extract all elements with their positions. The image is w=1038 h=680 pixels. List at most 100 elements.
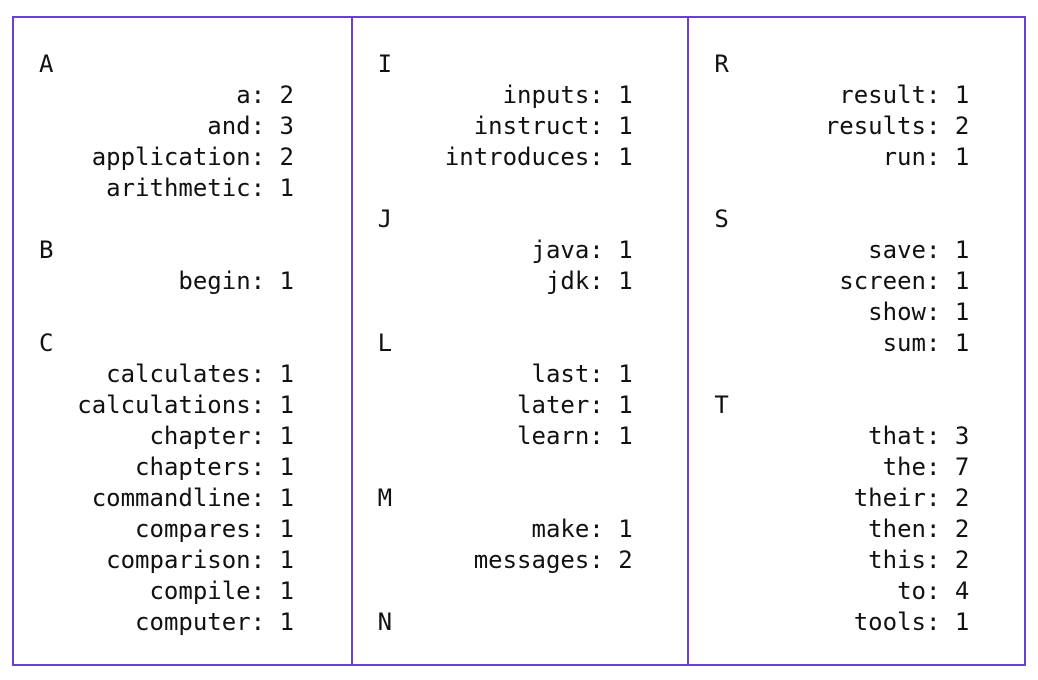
letter-heading: N	[377, 608, 393, 636]
column-2: Iinputs: 1 instruct: 1 introduces: 1 Jjava:…	[350, 18, 688, 664]
word-count-row: calculates: 1	[39, 359, 294, 390]
word-count-value: 1	[279, 422, 294, 450]
word-count-value: 1	[618, 422, 633, 450]
word-count-row: compares: 1	[39, 514, 294, 545]
word-count-row: arithmetic: 1	[39, 173, 294, 204]
word-label: tools	[853, 608, 926, 636]
word-count-row: this: 2	[714, 545, 969, 576]
word-label: comparison	[106, 546, 251, 574]
word-count-value: 1	[954, 81, 970, 109]
word-label: compares	[135, 515, 251, 543]
word-count-value: 1	[279, 453, 294, 481]
word-count-row: last: 1	[378, 359, 633, 390]
word-count-value: 1	[279, 608, 294, 636]
word-count-value: 2	[279, 81, 294, 109]
word-separator: :	[250, 174, 280, 202]
word-label: arithmetic	[106, 174, 251, 202]
word-count-value: 2	[618, 546, 633, 574]
word-count-row: instruct: 1	[378, 111, 633, 142]
letter-heading: T	[714, 391, 729, 419]
word-label: later	[517, 391, 590, 419]
word-label: screen	[839, 267, 926, 295]
word-separator: :	[925, 298, 955, 326]
word-count-value: 1	[279, 515, 294, 543]
word-count-row: chapters: 1	[39, 452, 294, 483]
word-separator: :	[589, 143, 619, 171]
word-label: this	[868, 546, 926, 574]
word-label: application	[91, 143, 251, 171]
word-count-value: 2	[954, 515, 970, 543]
column-3-content: Rresult: 1 results: 2 run: 1 Ssave: 1 screen…	[714, 49, 969, 638]
word-count-row: learn: 1	[378, 421, 633, 452]
word-count-value: 3	[954, 422, 970, 450]
word-separator: :	[589, 422, 619, 450]
word-count-value: 1	[618, 391, 633, 419]
word-label: result	[839, 81, 926, 109]
word-separator: :	[925, 577, 955, 605]
word-count-value: 1	[618, 112, 633, 140]
word-count-panel: Aa: 2 and: 3 application: 2 arithmetic: 1Bb…	[12, 16, 1026, 666]
word-separator: :	[589, 360, 619, 388]
word-count-row: then: 2	[714, 514, 969, 545]
word-separator: :	[925, 267, 955, 295]
word-separator: :	[589, 546, 619, 574]
word-separator: :	[250, 515, 280, 543]
letter-heading: C	[39, 329, 54, 357]
word-count-row: messages: 2	[378, 545, 633, 576]
word-label: a	[236, 81, 251, 109]
word-count-value: 1	[618, 360, 633, 388]
word-count-row: calculations: 1	[39, 390, 294, 421]
word-count-value: 1	[279, 577, 294, 605]
word-separator: :	[250, 112, 280, 140]
word-label: computer	[135, 608, 251, 636]
word-count-row: show: 1	[714, 297, 969, 328]
word-count-value: 3	[279, 112, 294, 140]
word-label: inputs	[502, 81, 590, 109]
word-count-row: and: 3	[39, 111, 294, 142]
word-separator: :	[925, 329, 955, 357]
word-separator: :	[925, 112, 955, 140]
word-separator: :	[250, 577, 280, 605]
word-separator: :	[589, 391, 619, 419]
word-count-value: 1	[279, 360, 294, 388]
word-count-row: that: 3	[714, 421, 969, 452]
word-label: chapter	[149, 422, 251, 450]
word-count-row: results: 2	[714, 111, 970, 142]
word-label: to	[897, 577, 926, 605]
word-count-row: make: 1	[378, 514, 633, 545]
word-separator: :	[925, 236, 955, 264]
word-label: instruct	[473, 112, 590, 140]
word-count-row: save: 1	[714, 235, 969, 266]
word-label: jdk	[545, 267, 590, 295]
word-separator: :	[925, 515, 955, 543]
word-count-row: the: 7	[714, 452, 970, 483]
word-separator: :	[250, 143, 280, 171]
word-label: save	[868, 236, 926, 264]
word-separator: :	[925, 484, 955, 512]
word-count-row: inputs: 1	[378, 80, 633, 111]
word-count-value: 2	[954, 546, 970, 574]
word-label: java	[531, 236, 590, 264]
word-count-value: 1	[618, 267, 633, 295]
word-count-value: 2	[279, 143, 294, 171]
word-count-row: sum: 1	[714, 328, 970, 359]
word-separator: :	[925, 143, 955, 171]
word-label: that	[868, 422, 926, 450]
letter-heading: I	[377, 50, 393, 78]
word-separator: :	[250, 608, 280, 636]
word-label: calculates	[106, 360, 251, 388]
word-label: then	[868, 515, 926, 543]
word-separator: :	[589, 236, 619, 264]
word-label: results	[824, 112, 926, 140]
word-count-value: 1	[954, 143, 970, 171]
word-count-row: commandline: 1	[39, 483, 294, 514]
word-label: compile	[149, 577, 251, 605]
letter-heading: J	[377, 205, 393, 233]
word-count-value: 1	[618, 81, 633, 109]
word-separator: :	[250, 267, 280, 295]
